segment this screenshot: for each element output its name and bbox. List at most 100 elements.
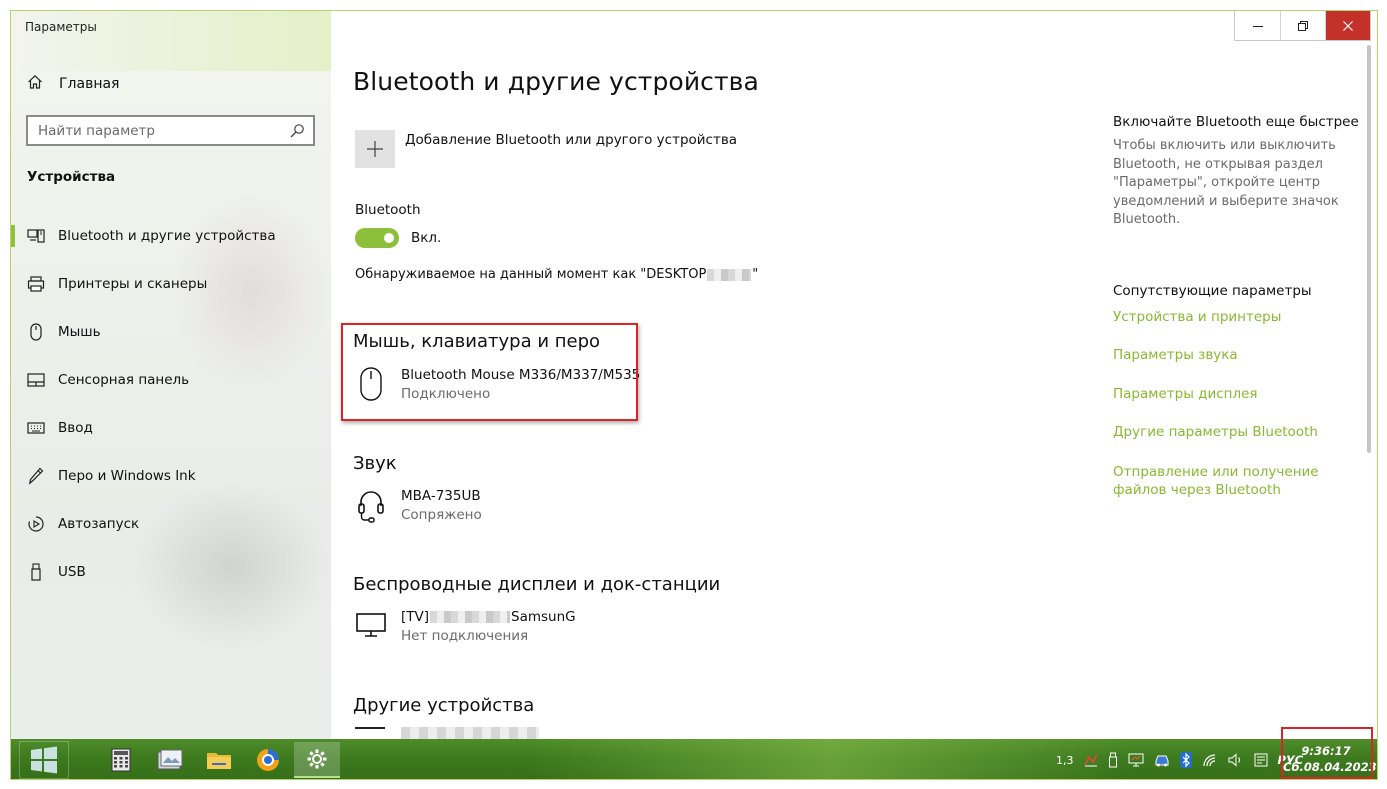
pen-icon [27, 467, 45, 485]
taskbar-browser[interactable] [245, 742, 291, 778]
device-status: Нет подключения [401, 628, 529, 644]
sidebar-item-pen[interactable]: Перо и Windows Ink [11, 452, 331, 500]
taskbar: 1,3 РУС 9:36:17 Сб.08.04.2023 [11, 727, 1377, 779]
sidebar-item-touchpad[interactable]: Сенсорная панель [11, 356, 331, 404]
window-title: Параметры [25, 20, 97, 34]
start-button[interactable] [19, 741, 69, 779]
group-title-audio: Звук [353, 453, 397, 474]
highlight-box-mouse [341, 323, 638, 421]
sidebar-item-label: Автозапуск [58, 516, 140, 532]
sidebar: Параметры Главная Устройства Bluetooth и… [11, 11, 331, 739]
tip-text: Чтобы включить или выключить Bluetooth, … [1113, 138, 1339, 228]
link-display-settings[interactable]: Параметры дисплея [1113, 385, 1363, 404]
keyboard-icon [27, 419, 45, 437]
discoverable-suffix: " [752, 267, 759, 282]
close-button[interactable] [1325, 11, 1370, 40]
main-content: Bluetooth и другие устройства Добавление… [331, 11, 1377, 739]
minimize-button[interactable] [1235, 11, 1280, 40]
touchpad-icon [27, 371, 45, 389]
sidebar-item-input[interactable]: Ввод [11, 404, 331, 452]
redacted-name [430, 611, 511, 623]
device-tv[interactable]: [TV] SamsunG Нет подключения [355, 609, 576, 649]
link-sound-settings[interactable]: Параметры звука [1113, 346, 1363, 365]
sidebar-item-usb[interactable]: USB [11, 548, 331, 596]
headset-icon [355, 488, 387, 528]
search-icon[interactable] [289, 123, 305, 139]
link-send-receive-files[interactable]: Отправление или получение файлов через B… [1113, 463, 1363, 500]
sidebar-home[interactable]: Главная [27, 73, 119, 95]
sidebar-item-label: Перо и Windows Ink [58, 468, 196, 484]
sidebar-item-autoplay[interactable]: Автозапуск [11, 500, 331, 548]
sidebar-nav: Bluetooth и другие устройства Принтеры и… [11, 212, 331, 596]
settings-window: Параметры Главная Устройства Bluetooth и… [10, 10, 1378, 780]
window-controls [1234, 11, 1371, 41]
plus-icon [367, 141, 383, 157]
device-name: [TV] SamsunG [401, 609, 576, 625]
tray-volume-icon[interactable] [1228, 753, 1244, 767]
tray-wifi-icon[interactable] [1202, 753, 1218, 767]
calculator-icon [111, 748, 131, 772]
sidebar-item-label: Ввод [58, 420, 93, 436]
windows-logo-icon [31, 746, 57, 774]
search-input[interactable] [38, 122, 289, 139]
page-title: Bluetooth и другие устройства [353, 67, 759, 96]
tray-car-icon[interactable] [1154, 753, 1170, 767]
monitor-icon [355, 609, 387, 649]
tray-bluetooth-icon[interactable] [1179, 752, 1192, 768]
close-icon [1343, 20, 1353, 31]
group-title-other: Другие устройства [353, 695, 535, 716]
taskbar-settings[interactable] [294, 742, 340, 778]
group-title-displays: Беспроводные дисплеи и док-станции [353, 574, 721, 595]
link-more-bluetooth-options[interactable]: Другие параметры Bluetooth [1113, 423, 1363, 442]
sidebar-item-printers[interactable]: Принтеры и сканеры [11, 260, 331, 308]
related-settings-title: Сопутствующие параметры [1113, 282, 1312, 299]
bluetooth-toggle-state: Вкл. [411, 230, 442, 246]
add-device-button[interactable] [355, 130, 395, 168]
autoplay-icon [27, 515, 45, 533]
photos-icon [157, 749, 183, 770]
sidebar-item-mouse[interactable]: Мышь [11, 308, 331, 356]
restore-icon [1298, 20, 1308, 31]
usb-icon [27, 563, 45, 581]
sidebar-item-label: Bluetooth и другие устройства [58, 228, 276, 244]
discoverable-prefix: Обнаруживаемое на данный момент как "DES… [355, 267, 707, 282]
taskbar-calculator[interactable] [98, 742, 144, 778]
taskbar-file-explorer[interactable] [196, 742, 242, 778]
bluetooth-toggle[interactable] [355, 228, 399, 248]
minimize-icon [1252, 25, 1263, 27]
add-device-label: Добавление Bluetooth или другого устройс… [405, 132, 738, 148]
restore-button[interactable] [1280, 11, 1325, 40]
link-devices-printers[interactable]: Устройства и принтеры [1113, 308, 1363, 327]
device-name-suffix: SamsunG [511, 609, 576, 625]
sidebar-item-bluetooth[interactable]: Bluetooth и другие устройства [11, 212, 331, 260]
home-icon [27, 74, 47, 94]
system-tray: 1,3 РУС [1051, 739, 1308, 779]
device-headset[interactable]: MBA-735UB Сопряжено [355, 488, 482, 528]
tray-number: 1,3 [1056, 753, 1074, 767]
add-device-row[interactable]: Добавление Bluetooth или другого устройс… [355, 130, 737, 168]
sidebar-section-title: Устройства [27, 169, 116, 185]
file-explorer-icon [207, 753, 231, 769]
redacted-name [707, 268, 752, 281]
search-box[interactable] [26, 115, 315, 146]
tray-usb-icon[interactable] [1108, 752, 1118, 768]
discoverable-text: Обнаруживаемое на данный момент как "DES… [355, 267, 758, 282]
device-status: Сопряжено [401, 507, 482, 523]
sidebar-item-label: Мышь [58, 324, 101, 340]
tray-network-graph-icon[interactable] [1083, 753, 1098, 767]
printer-icon [27, 275, 45, 293]
tray-monitor-icon[interactable] [1128, 753, 1144, 767]
bluetooth-devices-icon [27, 227, 45, 245]
device-name-prefix: [TV] [401, 609, 430, 625]
taskbar-photos[interactable] [147, 742, 193, 778]
device-name: MBA-735UB [401, 488, 481, 504]
sidebar-item-label: Принтеры и сканеры [58, 276, 208, 292]
home-label: Главная [59, 76, 120, 92]
browser-icon [257, 749, 279, 771]
device-icon [355, 727, 385, 739]
bluetooth-toggle-row: Вкл. [355, 228, 441, 248]
sidebar-item-label: Сенсорная панель [58, 372, 190, 388]
bluetooth-label: Bluetooth [355, 202, 421, 218]
scrollbar[interactable] [1367, 45, 1371, 453]
tray-notes-icon[interactable] [1254, 753, 1268, 767]
